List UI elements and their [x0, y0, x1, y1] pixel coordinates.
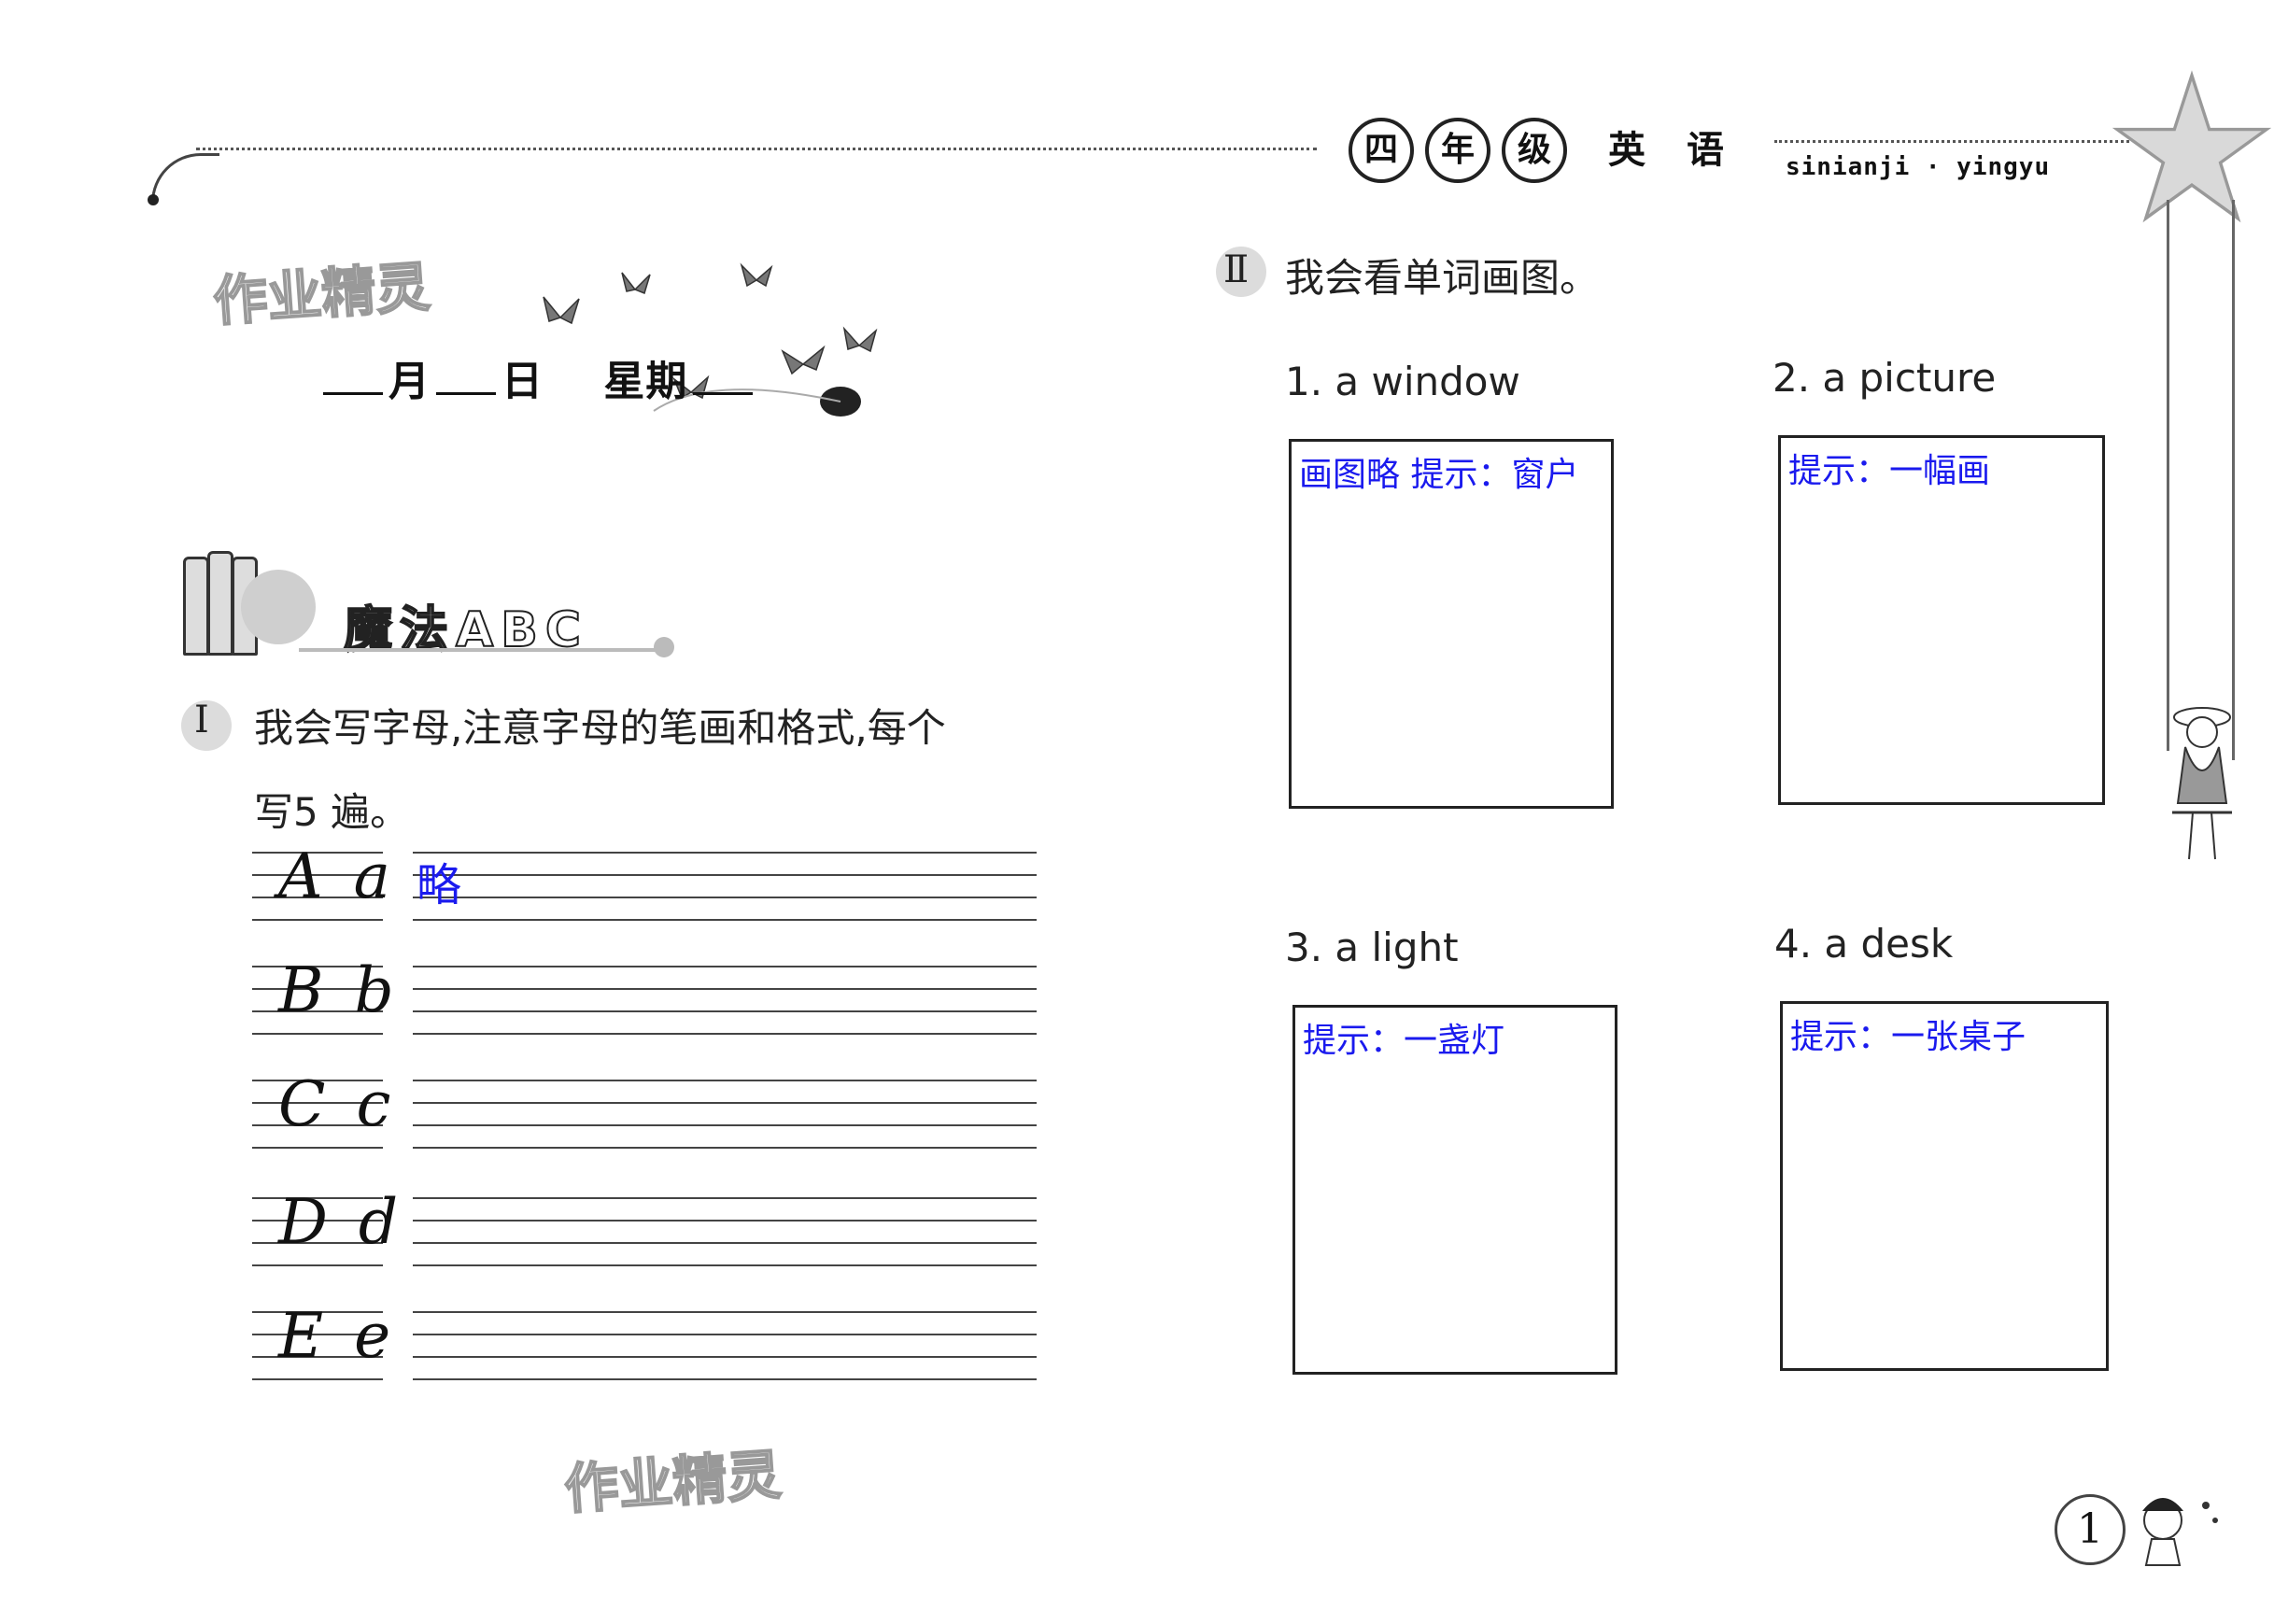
swing-rope-right	[2232, 200, 2235, 760]
watermark-bottom: 作业精灵	[561, 1442, 784, 1522]
writing-row-c[interactable]: C c	[252, 1068, 1037, 1151]
weekday-blank[interactable]	[693, 392, 754, 395]
subject-char-yu: 语	[1687, 129, 1724, 172]
item-3-label: 3. a light	[1285, 925, 1459, 970]
item-2-label: 2. a picture	[1773, 355, 1997, 401]
page-number: 1	[2055, 1494, 2126, 1565]
butterflies-illustration	[543, 262, 878, 417]
model-letters: C c	[278, 1068, 397, 1140]
writing-row-b[interactable]: B b	[252, 954, 1037, 1037]
grade-char-ji: 级	[1502, 118, 1567, 183]
month-label: 月	[388, 358, 431, 405]
swing-girl-illustration	[2172, 707, 2232, 860]
crayon-icon	[207, 551, 233, 656]
date-line: 月 日 星期	[318, 347, 758, 407]
subject-char-ying: 英	[1608, 129, 1645, 172]
watermark-top: 作业精灵	[210, 254, 432, 334]
item-1-label: 1. a window	[1285, 359, 1520, 404]
item-1-drawing-box[interactable]: 画图略 提示：窗户	[1289, 439, 1614, 809]
crayon-icon	[183, 557, 209, 656]
moon-decoration	[241, 570, 316, 644]
weekday-label: 星期	[603, 358, 688, 405]
exercise-2-number: Ⅱ	[1223, 248, 1250, 291]
grade-char-si: 四	[1349, 118, 1414, 183]
day-label: 日	[501, 358, 544, 405]
day-blank[interactable]	[436, 392, 496, 395]
exercise-1-number: Ⅰ	[194, 699, 209, 741]
item-3-drawing-box[interactable]: 提示：一盏灯	[1292, 1005, 1617, 1375]
star-icon	[2112, 70, 2271, 223]
item-2-drawing-box[interactable]: 提示：一幅画	[1778, 435, 2105, 805]
item-4-label: 4. a desk	[1774, 921, 1954, 967]
exercise-1-instruction-line1: 我会写字母,注意字母的笔画和格式,每个	[254, 705, 946, 751]
month-blank[interactable]	[323, 392, 383, 395]
item-2-hint: 提示：一幅画	[1788, 452, 1991, 490]
writing-row-d[interactable]: D d	[252, 1186, 1037, 1268]
header-dotted-line-right	[1774, 140, 2129, 143]
swing-rope-left	[2167, 200, 2169, 751]
item-1-hint: 画图略 提示：窗户	[1299, 456, 1579, 494]
exercise-1-instruction-line2: 写5 遍。	[254, 789, 410, 835]
header-pinyin: sinianji · yingyu	[1786, 153, 2051, 181]
writing-row-a[interactable]: A a 略	[252, 840, 1037, 923]
model-letters: E e	[278, 1300, 397, 1372]
item-3-hint: 提示：一盏灯	[1303, 1022, 1505, 1060]
item-4-hint: 提示：一张桌子	[1790, 1018, 2027, 1056]
header-corner-dot	[148, 194, 159, 205]
model-letters: B b	[278, 954, 400, 1026]
exercise-2-instruction: 我会看单词画图。	[1285, 255, 1600, 301]
header-dotted-line-left	[196, 148, 1317, 150]
writing-row-e[interactable]: E e	[252, 1300, 1037, 1382]
item-4-drawing-box[interactable]: 提示：一张桌子	[1780, 1001, 2109, 1371]
model-letters: A a	[278, 840, 396, 912]
section-end-dot	[654, 637, 674, 657]
section-underline	[299, 648, 661, 652]
header-corner-curve	[151, 153, 219, 203]
page-girl-illustration	[2142, 1498, 2218, 1566]
exercise-1-answer: 略	[417, 859, 462, 911]
grade-char-nian: 年	[1425, 118, 1490, 183]
model-letters: D d	[278, 1186, 404, 1258]
